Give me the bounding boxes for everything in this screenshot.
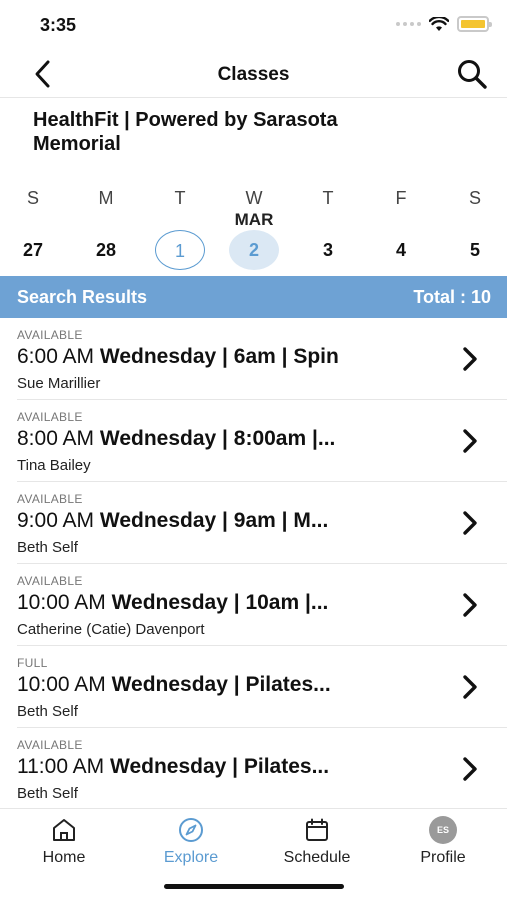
class-name: Wednesday | Pilates... [110, 755, 330, 778]
class-row[interactable]: FULL 10:00 AM Wednesday | Pilates... Bet… [17, 646, 507, 728]
class-name: Wednesday | 10am |... [111, 591, 329, 614]
availability-status: AVAILABLE [17, 738, 83, 752]
instructor-name: Sue Marillier [17, 375, 101, 392]
class-title: 10:00 AM Wednesday | 10am |... [17, 591, 437, 615]
calendar-icon [306, 818, 328, 841]
chevron-right-icon [463, 593, 477, 617]
search-results-header: Search Results Total : 10 [0, 276, 507, 318]
availability-status: AVAILABLE [17, 328, 83, 342]
tab-profile[interactable]: ES Profile [380, 816, 506, 867]
availability-status: AVAILABLE [17, 492, 83, 506]
calendar-day[interactable]: 27 [8, 230, 58, 270]
availability-status: FULL [17, 656, 48, 670]
class-title: 8:00 AM Wednesday | 8:00am |... [17, 427, 437, 451]
class-name: Wednesday | 6am | Spin [99, 345, 339, 368]
class-name: Wednesday | 8:00am |... [99, 427, 336, 450]
class-time: 10:00 AM [17, 673, 106, 696]
battery-icon [457, 16, 492, 32]
search-results-title: Search Results [17, 287, 148, 307]
instructor-name: Beth Self [17, 539, 78, 556]
status-bar: 3:35 [0, 0, 507, 50]
tab-label: Explore [163, 849, 219, 866]
weekday-label: M [98, 188, 114, 208]
class-time: 6:00 AM [17, 345, 95, 368]
class-title: 10:00 AM Wednesday | Pilates... [17, 673, 437, 697]
class-row[interactable]: AVAILABLE 9:00 AM Wednesday | 9am | M...… [17, 482, 507, 564]
instructor-name: Catherine (Catie) Davenport [17, 621, 205, 638]
availability-status: AVAILABLE [17, 574, 83, 588]
calendar-day[interactable]: 3 [303, 230, 353, 270]
class-name: Wednesday | Pilates... [111, 673, 331, 696]
weekday-label: S [26, 188, 39, 208]
instructor-name: Beth Self [17, 703, 78, 720]
chevron-right-icon [463, 429, 477, 453]
page-title: Classes [217, 64, 290, 85]
calendar-day-today[interactable]: 1 [155, 230, 205, 270]
class-time: 10:00 AM [17, 591, 106, 614]
chevron-right-icon [463, 757, 477, 781]
calendar-day-selected[interactable]: 2 [229, 230, 279, 270]
home-indicator [164, 884, 344, 889]
search-icon[interactable] [455, 57, 489, 91]
weekday-label: W [245, 188, 263, 208]
class-list: AVAILABLE 6:00 AM Wednesday | 6am | Spin… [0, 318, 507, 808]
org-name: HealthFit | Powered by Sarasota Memorial [33, 109, 338, 155]
class-title: 6:00 AM Wednesday | 6am | Spin [17, 345, 437, 369]
month-label: MAR [234, 210, 274, 229]
tab-schedule[interactable]: Schedule [254, 817, 380, 867]
nav-bar: Classes [0, 50, 507, 98]
weekday-label: T [322, 188, 334, 208]
weekday-label: T [174, 188, 186, 208]
class-time: 9:00 AM [17, 509, 95, 532]
availability-status: AVAILABLE [17, 410, 83, 424]
class-time: 8:00 AM [17, 427, 95, 450]
tab-label: Schedule [283, 849, 351, 866]
wifi-icon [429, 16, 449, 31]
instructor-name: Beth Self [17, 785, 78, 802]
calendar-day[interactable]: 4 [376, 230, 426, 270]
status-time: 3:35 [40, 15, 77, 35]
home-icon [53, 819, 75, 841]
class-row[interactable]: AVAILABLE 6:00 AM Wednesday | 6am | Spin… [17, 318, 507, 400]
class-time: 11:00 AM [17, 755, 105, 778]
tab-home[interactable]: Home [1, 817, 127, 867]
cellular-signal-icon [396, 22, 421, 26]
tab-explore[interactable]: Explore [128, 817, 254, 867]
calendar-day[interactable]: 5 [450, 230, 500, 270]
weekday-label: S [468, 188, 481, 208]
calendar-day[interactable]: 28 [81, 230, 131, 270]
weekday-label: F [395, 188, 407, 208]
instructor-name: Tina Bailey [17, 457, 91, 474]
class-title: 9:00 AM Wednesday | 9am | M... [17, 509, 437, 533]
compass-icon [179, 818, 203, 842]
tab-label: Home [42, 849, 86, 866]
status-icons [396, 16, 492, 32]
chevron-right-icon [463, 347, 477, 371]
results-total: Total : 10 [413, 287, 491, 307]
class-name: Wednesday | 9am | M... [99, 509, 329, 532]
class-row[interactable]: AVAILABLE 8:00 AM Wednesday | 8:00am |..… [17, 400, 507, 482]
avatar: ES [429, 816, 457, 844]
week-calendar: S M T W T F S MAR 27 28 1 2 3 4 5 [0, 182, 507, 274]
chevron-right-icon [463, 511, 477, 535]
class-row[interactable]: AVAILABLE 11:00 AM Wednesday | Pilates..… [17, 728, 507, 808]
class-title: 11:00 AM Wednesday | Pilates... [17, 755, 437, 779]
chevron-right-icon [463, 675, 477, 699]
class-row[interactable]: AVAILABLE 10:00 AM Wednesday | 10am |...… [17, 564, 507, 646]
tab-label: Profile [420, 849, 466, 866]
